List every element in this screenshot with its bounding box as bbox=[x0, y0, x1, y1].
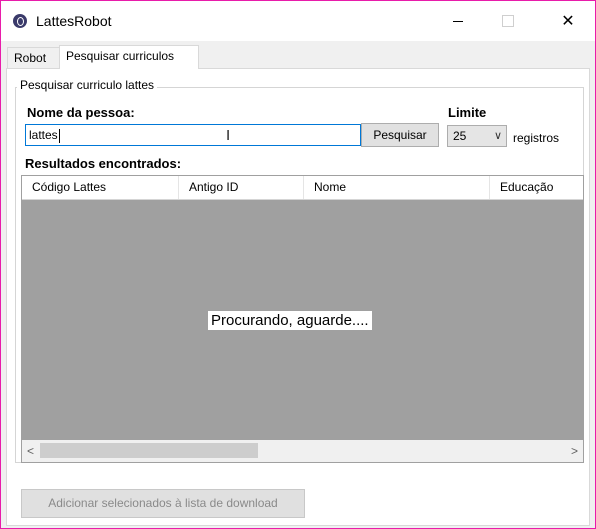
text-cursor-icon: I bbox=[226, 127, 231, 144]
name-label: Nome da pessoa: bbox=[27, 105, 135, 120]
app-window: LattesRobot ✕ Robot Pesquisar curriculos… bbox=[0, 0, 596, 529]
tab-robot[interactable]: Robot bbox=[7, 47, 61, 68]
column-header-codigo-lattes[interactable]: Código Lattes bbox=[22, 176, 179, 199]
horizontal-scrollbar[interactable]: < > bbox=[22, 440, 583, 462]
tab-pesquisar-curriculos[interactable]: Pesquisar curriculos bbox=[59, 45, 199, 69]
close-button[interactable]: ✕ bbox=[545, 1, 591, 41]
add-to-download-list-button[interactable]: Adicionar selecionados à lista de downlo… bbox=[21, 489, 305, 518]
name-input[interactable]: lattes bbox=[25, 124, 361, 146]
minimize-button[interactable] bbox=[435, 1, 481, 41]
maximize-icon bbox=[502, 15, 514, 27]
results-label: Resultados encontrados: bbox=[25, 156, 182, 171]
scroll-right-icon[interactable]: > bbox=[566, 440, 583, 462]
results-grid[interactable]: Código Lattes Antigo ID Nome Educação Pr… bbox=[21, 175, 584, 463]
column-header-educacao[interactable]: Educação bbox=[490, 176, 583, 199]
search-button[interactable]: Pesquisar bbox=[361, 123, 439, 147]
limit-select-value: 25 bbox=[453, 129, 467, 143]
window-title: LattesRobot bbox=[36, 13, 112, 29]
title-bar[interactable]: LattesRobot ✕ bbox=[1, 1, 595, 41]
loading-message: Procurando, aguarde.... bbox=[208, 311, 372, 330]
tab-panel-pesquisar: Pesquisar curriculo lattes Nome da pesso… bbox=[6, 68, 590, 526]
limit-select[interactable]: 25 ∨ bbox=[447, 125, 507, 147]
groupbox-title: Pesquisar curriculo lattes bbox=[17, 78, 158, 92]
limit-suffix-label: registros bbox=[513, 131, 560, 145]
scroll-left-icon[interactable]: < bbox=[22, 440, 39, 462]
scroll-thumb[interactable] bbox=[40, 443, 258, 458]
chevron-down-icon: ∨ bbox=[493, 130, 502, 142]
limit-label: Limite bbox=[448, 105, 487, 120]
grid-body: Procurando, aguarde.... bbox=[22, 200, 583, 438]
column-header-antigo-id[interactable]: Antigo ID bbox=[179, 176, 304, 199]
close-icon: ✕ bbox=[561, 13, 575, 30]
text-caret bbox=[58, 128, 60, 143]
minimize-icon bbox=[453, 20, 463, 22]
app-icon bbox=[13, 14, 27, 28]
column-header-nome[interactable]: Nome bbox=[304, 176, 490, 199]
name-input-value: lattes bbox=[29, 128, 58, 142]
maximize-button[interactable] bbox=[485, 1, 531, 41]
grid-header: Código Lattes Antigo ID Nome Educação bbox=[22, 176, 583, 200]
